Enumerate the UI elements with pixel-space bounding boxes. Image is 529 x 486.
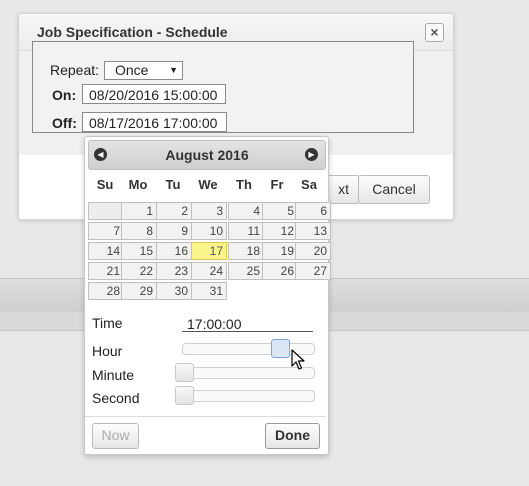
calendar-day[interactable]: 1 [121,202,157,220]
off-datetime-input[interactable]: 08/17/2016 17:00:00 [82,112,227,132]
weekday-header: Mo [128,177,148,192]
calendar-day[interactable]: 16 [156,242,192,260]
calendar-day[interactable]: 4 [228,202,264,220]
month-title: August 2016 [165,147,249,163]
repeat-label: Repeat: [50,62,100,78]
calendar-day[interactable]: 13 [295,222,331,240]
calendar-day[interactable]: 17 [191,242,227,260]
calendar-day[interactable]: 8 [121,222,157,240]
datepicker-footer-divider [85,416,326,417]
calendar-day[interactable]: 27 [295,262,331,280]
second-label: Second [92,390,140,406]
calendar-day[interactable]: 11 [228,222,264,240]
weekday-header: Tu [165,177,181,192]
calendar-day[interactable]: 23 [156,262,192,280]
mouse-cursor-icon [291,349,305,370]
weekday-header: Sa [301,177,317,192]
calendar-day[interactable]: 29 [121,282,157,300]
calendar-day[interactable]: 24 [191,262,227,280]
calendar-day[interactable]: 3 [191,202,227,220]
minute-label: Minute [92,367,135,383]
calendar-day[interactable]: 7 [88,222,124,240]
calendar-day[interactable]: 15 [121,242,157,260]
chevron-down-icon: ▼ [169,65,178,75]
calendar-day[interactable]: 26 [262,262,298,280]
hour-slider-handle[interactable] [271,339,291,358]
datepicker-header: ◀ August 2016 ▶ [88,140,326,170]
off-label: Off: [52,115,77,131]
time-underline [182,331,313,332]
done-button[interactable]: Done [265,423,320,449]
calendar-day[interactable]: 5 [262,202,298,220]
second-slider[interactable] [182,390,315,402]
on-label: On: [52,87,77,103]
calendar-day[interactable]: 2 [156,202,192,220]
calendar-day[interactable]: 20 [295,242,331,260]
close-icon[interactable]: × [425,23,444,42]
next-month-icon[interactable]: ▶ [305,148,318,161]
calendar-day[interactable]: 22 [121,262,157,280]
weekday-header: Th [236,177,252,192]
calendar-day[interactable]: 9 [156,222,192,240]
calendar-day[interactable]: 12 [262,222,298,240]
second-slider-handle[interactable] [175,386,194,405]
calendar-day[interactable]: 31 [191,282,227,300]
weekday-header: We [198,177,218,192]
calendar-day[interactable]: 18 [228,242,264,260]
dialog-title: Job Specification - Schedule [37,24,228,40]
time-label: Time [92,315,123,331]
calendar-day[interactable]: 30 [156,282,192,300]
repeat-select-value: Once [115,62,149,78]
time-value: 17:00:00 [187,316,242,332]
weekday-header: Su [96,177,114,192]
minute-slider-handle[interactable] [175,363,194,382]
calendar-day[interactable]: 10 [191,222,227,240]
on-datetime-input[interactable]: 08/20/2016 15:00:00 [82,84,226,104]
repeat-select[interactable]: Once ▼ [104,61,183,80]
calendar-day[interactable]: 21 [88,262,124,280]
weekday-header: Fr [270,177,284,192]
calendar-day[interactable]: 25 [228,262,264,280]
calendar-day[interactable]: 14 [88,242,124,260]
calendar-day[interactable]: 19 [262,242,298,260]
cancel-button[interactable]: Cancel [358,175,430,204]
calendar-day[interactable]: 28 [88,282,124,300]
calendar-empty-cell [88,202,124,220]
now-button[interactable]: Now [92,423,139,449]
hour-label: Hour [92,343,123,359]
calendar-day[interactable]: 6 [295,202,331,220]
